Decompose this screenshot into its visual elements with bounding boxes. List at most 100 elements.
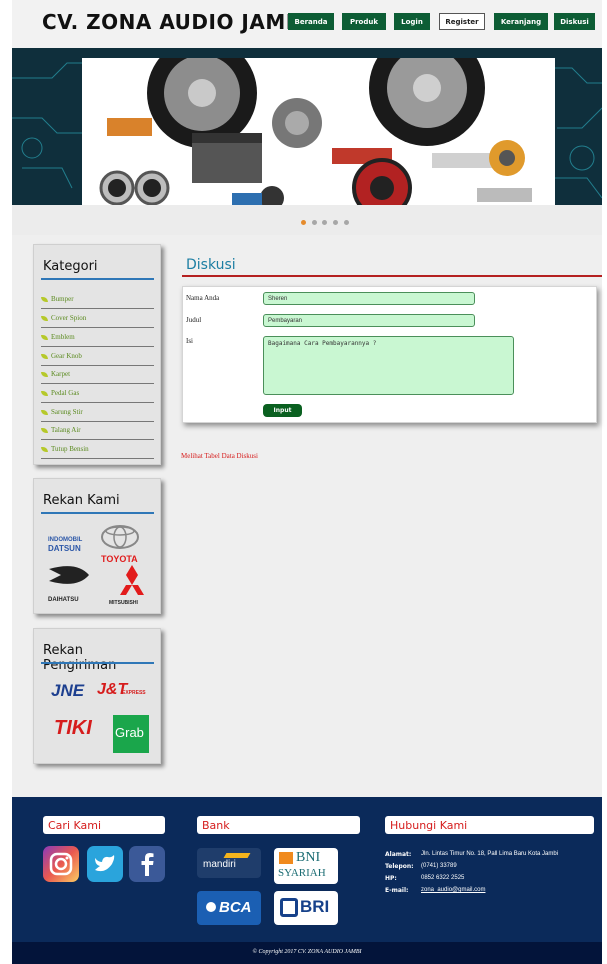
- bni-syariah-logo: BNI SYARIAH: [274, 848, 338, 884]
- input-button[interactable]: Input: [263, 404, 302, 417]
- nama-label: Nama Anda: [186, 294, 220, 302]
- nama-input[interactable]: Sheren: [263, 292, 475, 305]
- category-karpet[interactable]: Karpet: [41, 365, 154, 384]
- site-title: CV. ZONA AUDIO JAMBI: [42, 10, 310, 34]
- kategori-rule: [41, 278, 154, 280]
- category-tutup-bensin[interactable]: Tutup Bensin: [41, 440, 154, 459]
- instagram-icon[interactable]: [43, 846, 79, 882]
- jne-logo: JNE: [51, 681, 85, 700]
- daihatsu-logo: DAIHATSU: [48, 597, 79, 603]
- bri-mark: [280, 898, 298, 917]
- hp-value: 0852 6322 2525: [421, 875, 465, 881]
- leaf-icon: [41, 315, 48, 321]
- telepon-label: Telepon:: [385, 863, 414, 870]
- page: CV. ZONA AUDIO JAMBI Beranda Produk Logi…: [12, 0, 602, 964]
- bni-mark: [279, 852, 293, 864]
- judul-input[interactable]: Pembayaran: [263, 314, 475, 327]
- nav-produk[interactable]: Produk: [342, 13, 386, 30]
- bca-text: BCA: [219, 899, 252, 916]
- category-label: Pedal Gas: [51, 389, 80, 397]
- syariah-text: SYARIAH: [278, 867, 326, 879]
- leaf-icon: [41, 390, 48, 396]
- view-table-link[interactable]: Melihat Tabel Data Diskusi: [181, 452, 258, 460]
- header: CV. ZONA AUDIO JAMBI Beranda Produk Logi…: [12, 0, 602, 48]
- nav-keranjang[interactable]: Keranjang: [494, 13, 548, 30]
- grab-logo: Grab: [113, 715, 149, 753]
- kategori-title: Kategori: [43, 259, 98, 274]
- category-sarung-stir[interactable]: Sarung Stir: [41, 403, 154, 422]
- judul-label: Judul: [186, 316, 202, 324]
- category-cover-spion[interactable]: Cover Spion: [41, 309, 154, 328]
- rekan-pengiriman-title: Rekan Pengiriman: [43, 643, 117, 673]
- rekan-kami-title: Rekan Kami: [43, 493, 120, 508]
- category-label: Karpet: [51, 370, 71, 378]
- mandiri-wave: [223, 853, 251, 858]
- kategori-box: Kategori Bumper Cover Spion Emblem Gear …: [33, 244, 161, 465]
- category-label: Bumper: [51, 295, 74, 303]
- leaf-icon: [41, 296, 48, 302]
- isi-label: Isi: [186, 337, 193, 345]
- bank-heading: Bank: [197, 816, 360, 834]
- slider-dot-3[interactable]: [322, 220, 327, 225]
- facebook-icon[interactable]: [129, 846, 165, 882]
- copyright-text: © Copyright 2017 CV. ZONA AUDIO JAMBI: [252, 949, 362, 955]
- bri-logo: BRI: [274, 891, 338, 925]
- category-label: Cover Spion: [51, 314, 87, 322]
- slider-dot-1[interactable]: [301, 220, 306, 225]
- mitsubishi-logo: MITSUBISHI: [109, 600, 138, 606]
- category-gear-knob[interactable]: Gear Knob: [41, 347, 154, 366]
- partner-logos: [49, 525, 144, 595]
- category-emblem[interactable]: Emblem: [41, 328, 154, 347]
- slider-dot-2[interactable]: [312, 220, 317, 225]
- rekan-kami-box: Rekan Kami INDOMOBIL DATSUN TOYOTA DAIHA…: [33, 478, 161, 614]
- page-title: Diskusi: [186, 257, 236, 273]
- datsun-logo: DATSUN: [48, 544, 81, 553]
- category-talang-air[interactable]: Talang Air: [41, 421, 154, 440]
- bca-mark: [206, 902, 216, 912]
- leaf-icon: [41, 353, 48, 359]
- alamat-value: Jln. Lintas Timur No. 18, Pall Lima Baru…: [421, 851, 559, 857]
- isi-textarea[interactable]: Bagaimana Cara Pembayarannya ?: [263, 336, 514, 395]
- leaf-icon: [41, 371, 48, 377]
- nav-register[interactable]: Register: [439, 13, 485, 30]
- hero-banner: [12, 48, 602, 205]
- twitter-icon[interactable]: [87, 846, 123, 882]
- email-value[interactable]: zona_audio@gmail.com: [421, 887, 485, 893]
- category-label: Emblem: [51, 333, 75, 341]
- slider-dots: [12, 205, 602, 235]
- category-label: Gear Knob: [51, 352, 82, 360]
- category-label: Talang Air: [51, 426, 81, 434]
- title-underline: [182, 275, 602, 277]
- leaf-icon: [41, 446, 48, 452]
- email-label: E-mail:: [385, 887, 409, 894]
- slider-dot-5[interactable]: [344, 220, 349, 225]
- rekan-pengiriman-box: Rekan Pengiriman JNE J&T EXPRESS TIKI Gr…: [33, 628, 161, 764]
- category-label: Tutup Bensin: [51, 445, 89, 453]
- leaf-icon: [41, 427, 48, 433]
- category-bumper[interactable]: Bumper: [41, 290, 154, 309]
- indomobil-logo: INDOMOBIL: [48, 537, 83, 543]
- bni-text: BNI: [296, 850, 321, 865]
- bca-logo: BCA: [197, 891, 261, 925]
- leaf-icon: [41, 334, 48, 340]
- hubungi-kami-heading: Hubungi Kami: [385, 816, 594, 834]
- jnt-express-text: EXPRESS: [122, 690, 146, 696]
- leaf-icon: [41, 409, 48, 415]
- nav-diskusi[interactable]: Diskusi: [554, 13, 595, 30]
- grab-logo-text: Grab: [115, 725, 144, 740]
- alamat-label: Alamat:: [385, 851, 412, 858]
- telepon-value: (0741) 33789: [421, 863, 457, 869]
- nav-beranda[interactable]: Beranda: [288, 13, 334, 30]
- mandiri-logo: mandiri: [197, 848, 261, 878]
- tiki-logo: TIKI: [54, 717, 92, 739]
- mandiri-text: mandiri: [203, 859, 236, 870]
- rekan-pengiriman-rule: [41, 662, 154, 664]
- hp-label: HP:: [385, 875, 397, 882]
- toyota-logo: TOYOTA: [101, 554, 138, 564]
- auto-parts-photo: [82, 58, 555, 205]
- nav-login[interactable]: Login: [394, 13, 430, 30]
- category-label: Sarung Stir: [51, 408, 83, 416]
- rekan-kami-rule: [41, 512, 154, 514]
- category-pedal-gas[interactable]: Pedal Gas: [41, 384, 154, 403]
- slider-dot-4[interactable]: [333, 220, 338, 225]
